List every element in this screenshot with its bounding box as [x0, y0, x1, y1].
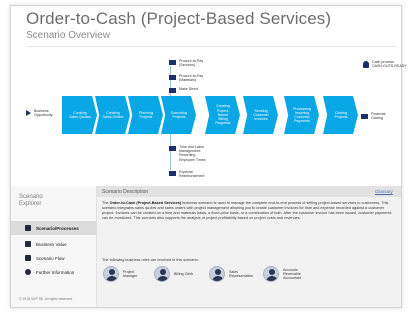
grid-icon	[25, 225, 31, 231]
nav-item-scenario-processes[interactable]: Scenario/Processes	[11, 221, 97, 235]
nav-item-business-value[interactable]: Business Value	[11, 237, 97, 251]
role-accounts-receivable-accountant[interactable]: Accounts Receivable Accountant	[263, 266, 301, 282]
avatar-icon	[209, 266, 225, 282]
process-icon	[169, 75, 176, 80]
related-process-right[interactable]: Cash process CASH-OUTS-READY	[363, 60, 407, 68]
copyright: © 2018 SAP SE. All rights reserved.	[19, 297, 73, 301]
avatar-icon	[263, 266, 279, 282]
process-icon	[169, 146, 176, 151]
process-step-7[interactable]: Processing Incoming Customer Payments	[284, 96, 319, 134]
avatar-icon	[154, 266, 170, 282]
related-process-top-2[interactable]: Procure-to-Pay (Materials)	[169, 74, 203, 82]
process-step-8[interactable]: Closing Projects	[323, 96, 358, 134]
description-title: Scenario Description	[102, 189, 149, 195]
process-step-5[interactable]: Creating Project- Based Billing Requests	[205, 96, 240, 134]
avatar-icon	[103, 266, 119, 282]
start-event[interactable]: Business Opportunity	[26, 109, 53, 117]
process-icon	[169, 88, 176, 93]
process-step-6[interactable]: Sending Customer Invoices	[243, 96, 278, 134]
nav-item-further-information[interactable]: Further Information	[11, 265, 97, 279]
glossary-link[interactable]: Glossary	[375, 189, 393, 194]
description-text: The Order-to-Cash (Project-Based Service…	[102, 201, 392, 220]
related-process-bottom-2[interactable]: Expense Reimbursement	[169, 170, 204, 178]
document-icon	[25, 241, 31, 247]
end-event[interactable]: Financial Closing	[361, 112, 385, 120]
nav-item-scenario-flow[interactable]: Scenario Flow	[11, 251, 97, 265]
roles-intro: The following business roles are involve…	[102, 258, 199, 262]
monitor-icon	[25, 255, 31, 261]
end-event-icon	[361, 114, 368, 120]
process-step-1[interactable]: Creating Sales Quotes	[62, 96, 97, 134]
info-icon	[25, 269, 31, 275]
process-step-4[interactable]: Executing Projects	[161, 96, 196, 134]
start-arrow-icon	[26, 110, 31, 117]
related-process-top-1[interactable]: Procure-to-Pay (Services)	[169, 59, 203, 67]
page-subtitle: Scenario Overview	[26, 30, 110, 41]
related-process-top-3[interactable]: Make Direct	[169, 87, 198, 93]
role-sales-representative[interactable]: Sales Representative	[209, 266, 253, 282]
process-icon	[169, 60, 176, 65]
divider	[26, 46, 396, 47]
page-title: Order-to-Cash (Project-Based Services)	[26, 9, 332, 28]
person-icon	[363, 61, 369, 68]
role-billing-clerk[interactable]: Billing Clerk	[154, 266, 193, 282]
process-step-2[interactable]: Creating Sales Orders	[95, 96, 130, 134]
nav-title: Scenario Explorer	[19, 194, 43, 207]
related-process-bottom-1[interactable]: Time and Labor Management: Recording Emp…	[169, 145, 206, 162]
process-icon	[169, 171, 176, 176]
role-project-manager[interactable]: Project Manager	[103, 266, 137, 282]
process-step-3[interactable]: Planning Projects	[128, 96, 163, 134]
